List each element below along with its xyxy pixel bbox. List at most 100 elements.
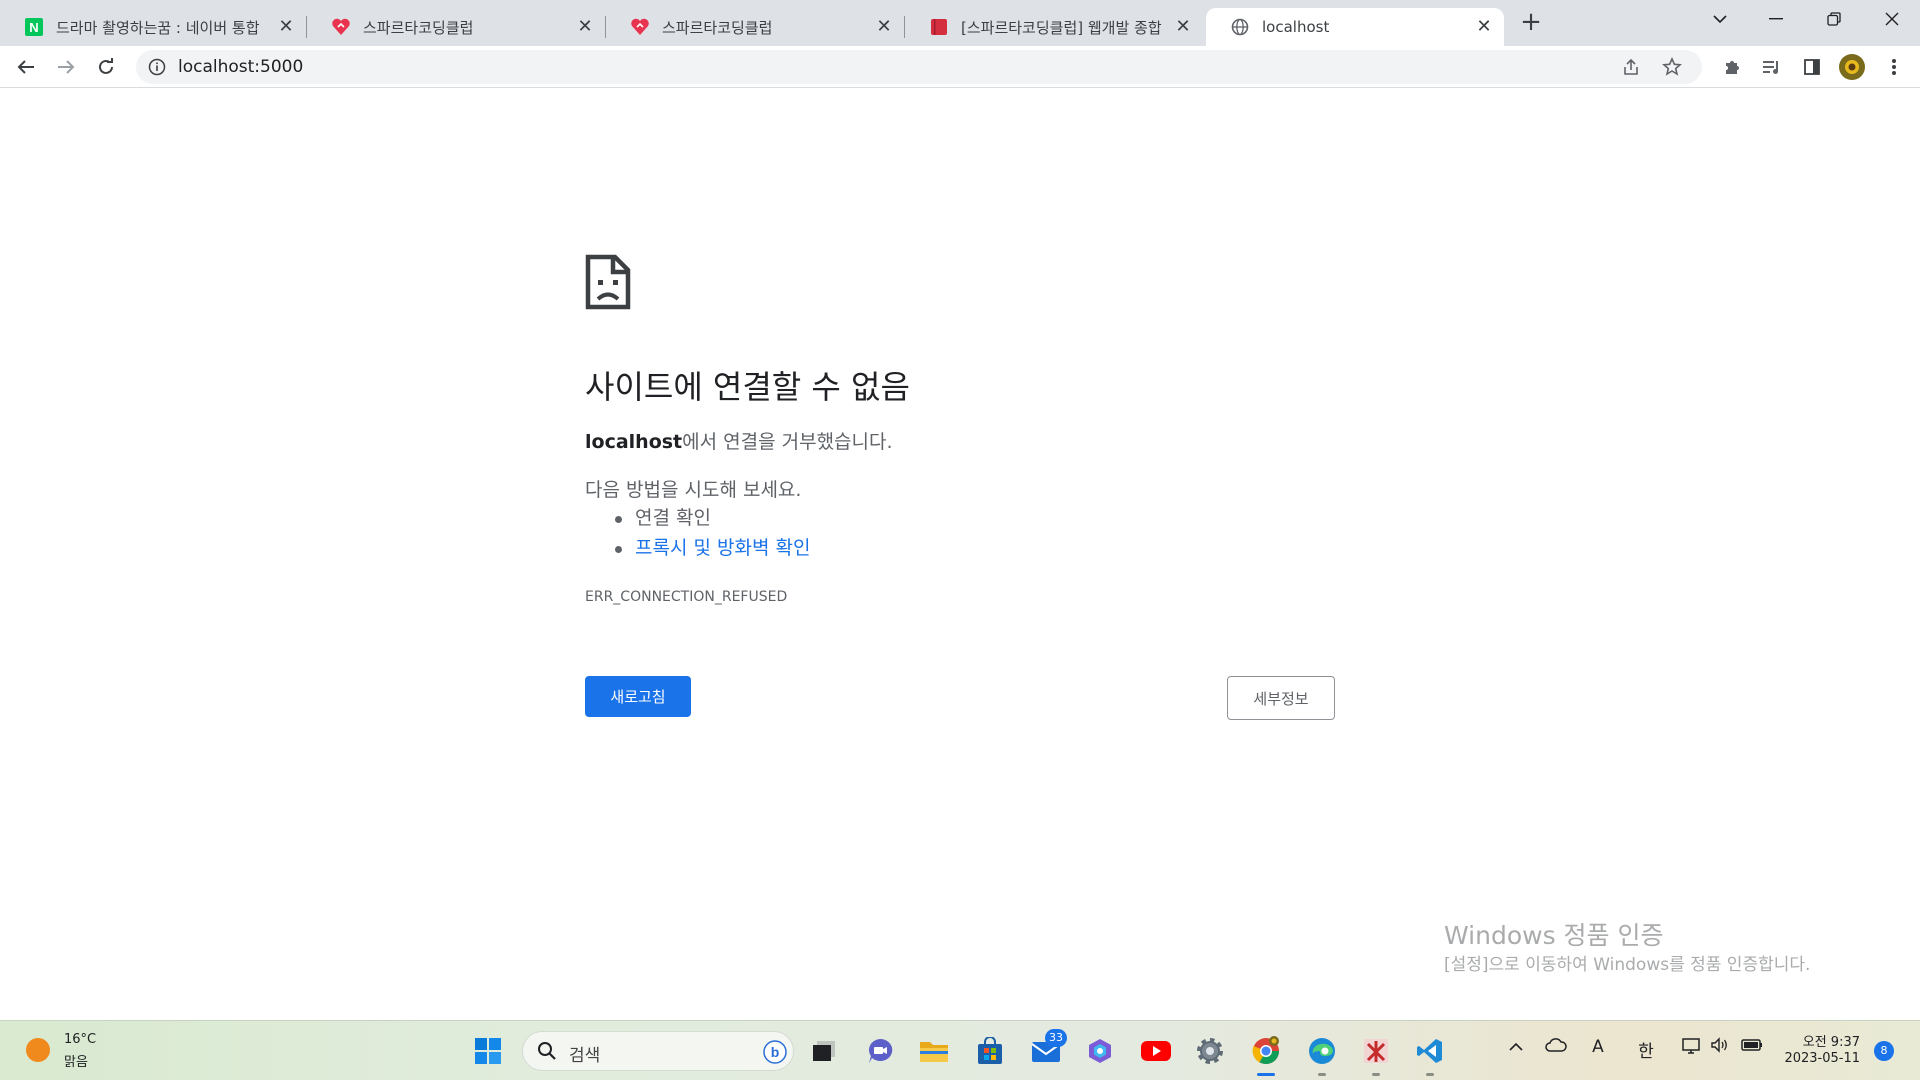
tab-sparta-2[interactable]: 스파르타코딩클럽 ✕ xyxy=(606,8,904,46)
taskbar: 16°C 맑음 검색 b 33 A 한 오전 9:37 2023-05-11 8 xyxy=(0,1020,1920,1080)
tab-title: [스파르타코딩클럽] 웹개발 종합 xyxy=(961,18,1162,37)
copilot-icon xyxy=(1089,1039,1111,1063)
chrome-icon xyxy=(1252,1036,1280,1065)
pixel-app-button[interactable] xyxy=(1360,1035,1392,1067)
tab-sparta-1[interactable]: 스파르타코딩클럽 ✕ xyxy=(307,8,605,46)
ime-mode-han[interactable]: 한 xyxy=(1632,1037,1660,1062)
globe-icon xyxy=(1230,17,1250,37)
details-button[interactable]: 세부정보 xyxy=(1227,676,1335,720)
youtube-button[interactable] xyxy=(1140,1035,1172,1067)
speaker-icon xyxy=(1711,1037,1727,1053)
url-text[interactable]: localhost:5000 xyxy=(178,57,303,77)
pixel-app-running-indicator xyxy=(1372,1073,1380,1076)
error-title: 사이트에 연결할 수 없음 xyxy=(585,368,910,406)
browser-toolbar: localhost:5000 xyxy=(0,46,1920,88)
onedrive-button[interactable] xyxy=(1542,1037,1570,1057)
suggestion-check-connection: 연결 확인 xyxy=(585,503,810,533)
close-icon[interactable]: ✕ xyxy=(874,17,894,37)
weather-temperature: 16°C xyxy=(64,1032,97,1047)
clock-date[interactable]: 2023-05-11 xyxy=(1778,1051,1860,1066)
close-icon[interactable]: ✕ xyxy=(1173,17,1193,37)
restore-button[interactable] xyxy=(1806,0,1862,38)
side-panel-icon xyxy=(1804,59,1820,75)
app-icon xyxy=(1364,1039,1388,1063)
suggestion-check-proxy-firewall-link[interactable]: 프록시 및 방화벽 확인 xyxy=(585,533,810,563)
sun-icon xyxy=(26,1038,50,1062)
windows-logo-icon xyxy=(475,1038,501,1064)
side-panel-button[interactable] xyxy=(1796,51,1828,83)
reload-button[interactable] xyxy=(90,51,122,83)
settings-button[interactable] xyxy=(1194,1035,1226,1067)
tray-overflow-button[interactable] xyxy=(1502,1037,1530,1057)
arrow-left-icon xyxy=(17,60,34,74)
volume-button[interactable] xyxy=(1706,1037,1734,1058)
clock-time[interactable]: 오전 9:37 xyxy=(1796,1031,1860,1050)
new-tab-button[interactable]: + xyxy=(1516,8,1546,38)
battery-button[interactable] xyxy=(1738,1037,1766,1057)
sparta-icon xyxy=(630,17,650,37)
close-window-button[interactable] xyxy=(1864,0,1920,38)
tab-title: localhost xyxy=(1262,18,1330,36)
sad-document-icon xyxy=(585,254,631,310)
chrome-button[interactable] xyxy=(1250,1035,1282,1067)
profile-button[interactable] xyxy=(1836,51,1868,83)
activation-watermark-title: Windows 정품 인증 xyxy=(1444,921,1664,950)
chrome-menu-button[interactable] xyxy=(1878,51,1910,83)
avatar xyxy=(1839,54,1865,80)
edge-button[interactable] xyxy=(1306,1035,1338,1067)
naver-icon: N xyxy=(24,17,44,37)
bing-icon[interactable]: b xyxy=(763,1040,787,1064)
close-icon[interactable]: ✕ xyxy=(1474,17,1494,37)
ime-mode-a[interactable]: A xyxy=(1584,1037,1612,1057)
minimize-icon xyxy=(1769,18,1783,20)
cloud-icon xyxy=(1545,1038,1567,1052)
edge-running-indicator xyxy=(1318,1073,1326,1076)
ms-store-button[interactable] xyxy=(974,1035,1006,1067)
notification-badge[interactable]: 8 xyxy=(1874,1041,1894,1061)
vscode-button[interactable] xyxy=(1414,1035,1446,1067)
media-queue-icon xyxy=(1763,61,1778,74)
close-icon[interactable]: ✕ xyxy=(575,17,595,37)
error-code: ERR_CONNECTION_REFUSED xyxy=(585,589,788,605)
sparta-icon xyxy=(331,17,351,37)
search-placeholder: 검색 xyxy=(569,1046,601,1066)
search-icon xyxy=(538,1042,556,1060)
book-icon xyxy=(929,17,949,37)
close-icon[interactable]: ✕ xyxy=(276,17,296,37)
minimize-button[interactable] xyxy=(1748,0,1804,38)
task-view-button[interactable] xyxy=(808,1035,840,1067)
taskbar-search[interactable]: 검색 b xyxy=(522,1031,794,1071)
tab-title: 스파르타코딩클럽 xyxy=(363,18,474,37)
tab-localhost[interactable]: localhost ✕ xyxy=(1206,8,1504,46)
error-host: localhost xyxy=(585,431,683,453)
mail-badge: 33 xyxy=(1045,1029,1067,1047)
weather-condition: 맑음 xyxy=(64,1055,88,1070)
suggestion-heading: 다음 방법을 시도해 보세요. xyxy=(585,479,802,501)
edge-icon xyxy=(1309,1038,1335,1064)
network-button[interactable] xyxy=(1678,1037,1706,1060)
media-button[interactable] xyxy=(1756,51,1788,83)
reload-page-button[interactable]: 새로고침 xyxy=(585,676,691,717)
star-icon[interactable] xyxy=(1662,57,1682,77)
puzzle-icon xyxy=(1726,61,1739,74)
youtube-icon xyxy=(1141,1041,1171,1061)
address-bar[interactable]: localhost:5000 xyxy=(136,50,1702,84)
copilot-button[interactable] xyxy=(1084,1035,1116,1067)
share-icon[interactable] xyxy=(1622,58,1640,76)
chevron-up-icon xyxy=(1509,1042,1523,1051)
teams-chat-button[interactable] xyxy=(864,1035,896,1067)
tab-search-button[interactable] xyxy=(1692,0,1748,38)
start-button[interactable] xyxy=(472,1035,504,1067)
arrow-right-icon xyxy=(58,60,75,74)
file-explorer-button[interactable] xyxy=(918,1035,950,1067)
chevron-down-icon xyxy=(1713,15,1727,24)
forward-button[interactable] xyxy=(50,51,82,83)
error-message: localhost에서 연결을 거부했습니다. xyxy=(585,427,893,454)
back-button[interactable] xyxy=(10,51,42,83)
tab-naver[interactable]: N 드라마 촬영하는꿈 : 네이버 통합 ✕ xyxy=(0,8,306,46)
info-icon[interactable] xyxy=(148,58,166,76)
tab-title: 드라마 촬영하는꿈 : 네이버 통합 xyxy=(56,18,260,37)
battery-icon xyxy=(1741,1039,1762,1051)
extensions-button[interactable] xyxy=(1716,51,1748,83)
tab-sparta-book[interactable]: [스파르타코딩클럽] 웹개발 종합 ✕ xyxy=(905,8,1203,46)
